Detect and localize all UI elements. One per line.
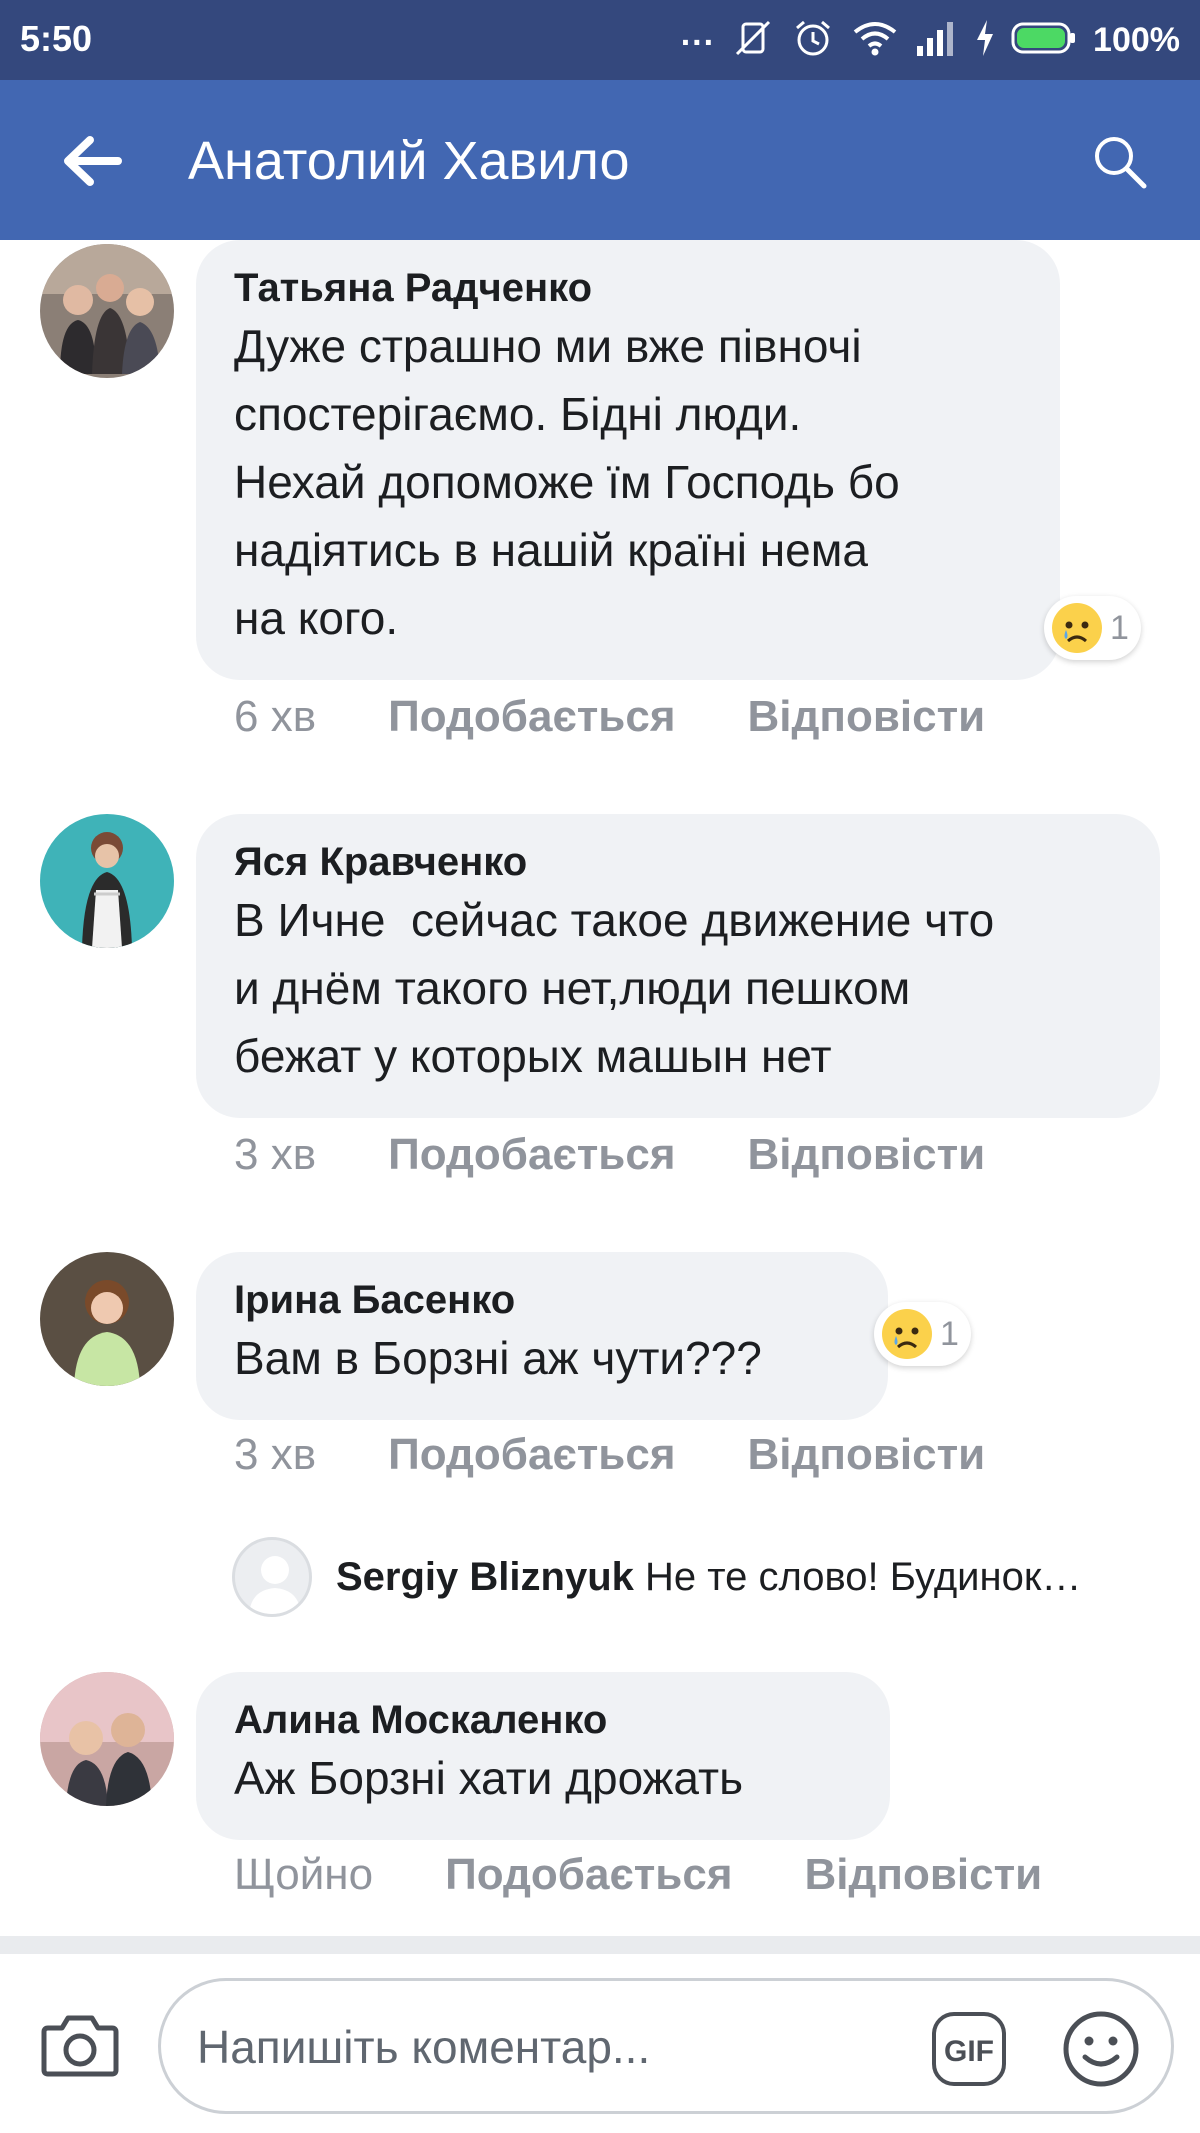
- comment-text: Дуже страшно ми вже півночі спостерігаєм…: [234, 320, 900, 644]
- page-title: Анатолий Хавило: [188, 131, 630, 191]
- comment-author[interactable]: Яся Кравченко: [234, 838, 1122, 886]
- comment-author[interactable]: Ірина Басенко: [234, 1276, 850, 1324]
- reply-button[interactable]: Відповісти: [748, 692, 986, 742]
- comment-time[interactable]: 6 хв: [234, 692, 316, 742]
- comment-actions: 3 хв Подобається Відповісти: [234, 1130, 985, 1180]
- comment-time[interactable]: 3 хв: [234, 1430, 316, 1480]
- avatar[interactable]: [40, 1672, 174, 1806]
- comment-bubble[interactable]: Алина Москаленко Аж Борзні хати дрожать: [196, 1672, 890, 1840]
- comment-time[interactable]: Щойно: [234, 1850, 373, 1900]
- comment-text: В Ичне сейчас такое движение что и днём …: [234, 894, 995, 1082]
- emoji-icon[interactable]: [1061, 2009, 1141, 2089]
- avatar[interactable]: [40, 1252, 174, 1386]
- status-icons: ... 100%: [681, 14, 1180, 66]
- reply-author[interactable]: Sergiy Bliznyuk: [336, 1555, 634, 1599]
- comment-author[interactable]: Алина Москаленко: [234, 1696, 852, 1744]
- like-button[interactable]: Подобається: [388, 1130, 675, 1180]
- reply-button[interactable]: Відповісти: [748, 1430, 986, 1480]
- avatar[interactable]: [40, 244, 174, 378]
- default-avatar-icon: [232, 1537, 312, 1617]
- status-time: 5:50: [20, 18, 93, 59]
- like-button[interactable]: Подобається: [445, 1850, 732, 1900]
- gif-label: GIF: [944, 2035, 994, 2068]
- battery-percentage: 100%: [1093, 20, 1180, 59]
- comment-actions: 6 хв Подобається Відповісти: [234, 692, 985, 742]
- reply-preview[interactable]: Sergiy Bliznyuk Не те слово! Будинок…: [232, 1532, 1172, 1622]
- comment-actions: 3 хв Подобається Відповісти: [234, 1430, 985, 1480]
- like-button[interactable]: Подобається: [388, 692, 675, 742]
- reply-preview-text: Sergiy Bliznyuk Не те слово! Будинок…: [336, 1555, 1081, 1600]
- divider: [0, 1936, 1200, 1954]
- charging-icon: [975, 18, 995, 63]
- like-button[interactable]: Подобається: [388, 1430, 675, 1480]
- reaction-badge[interactable]: 1: [874, 1302, 971, 1366]
- wifi-icon: [851, 18, 899, 63]
- reaction-count: 1: [940, 1314, 959, 1353]
- comment-text: Вам в Борзні аж чути???: [234, 1332, 762, 1384]
- comments-list: Татьяна Радченко Дуже страшно ми вже пів…: [0, 240, 1200, 1940]
- avatar[interactable]: [40, 814, 174, 948]
- comment-composer: GIF: [0, 1954, 1200, 2133]
- comment-author[interactable]: Татьяна Радченко: [234, 264, 1022, 312]
- comment-bubble[interactable]: Татьяна Радченко Дуже страшно ми вже пів…: [196, 240, 1060, 680]
- comment-input-box[interactable]: GIF: [158, 1978, 1174, 2114]
- comment-bubble[interactable]: Ірина Басенко Вам в Борзні аж чути???: [196, 1252, 888, 1420]
- comment-text: Аж Борзні хати дрожать: [234, 1752, 744, 1804]
- comment-bubble[interactable]: Яся Кравченко В Ичне сейчас такое движен…: [196, 814, 1160, 1118]
- reply-body: Не те слово! Будинок…: [633, 1554, 1082, 1599]
- muted-vibrate-icon: [731, 16, 775, 65]
- status-bar: 5:50 ... 100%: [0, 0, 1200, 80]
- back-arrow-icon[interactable]: [58, 126, 128, 196]
- camera-icon[interactable]: [38, 2002, 122, 2086]
- alarm-icon: [791, 16, 835, 65]
- reply-button[interactable]: Відповісти: [805, 1850, 1043, 1900]
- reply-button[interactable]: Відповісти: [748, 1130, 986, 1180]
- reaction-badge[interactable]: 1: [1044, 596, 1141, 660]
- more-dots-icon: ...: [680, 14, 716, 53]
- comment-time[interactable]: 3 хв: [234, 1130, 316, 1180]
- comment-actions: Щойно Подобається Відповісти: [234, 1850, 1042, 1900]
- comment-input[interactable]: [197, 2015, 837, 2079]
- battery-icon: [1011, 21, 1077, 60]
- app-header: Анатолий Хавило: [0, 80, 1200, 240]
- sad-emoji-icon: [882, 1309, 932, 1359]
- gif-icon[interactable]: GIF: [931, 2011, 1007, 2087]
- signal-icon: [915, 18, 959, 63]
- search-icon[interactable]: [1090, 132, 1150, 192]
- sad-emoji-icon: [1052, 603, 1102, 653]
- reaction-count: 1: [1110, 608, 1129, 647]
